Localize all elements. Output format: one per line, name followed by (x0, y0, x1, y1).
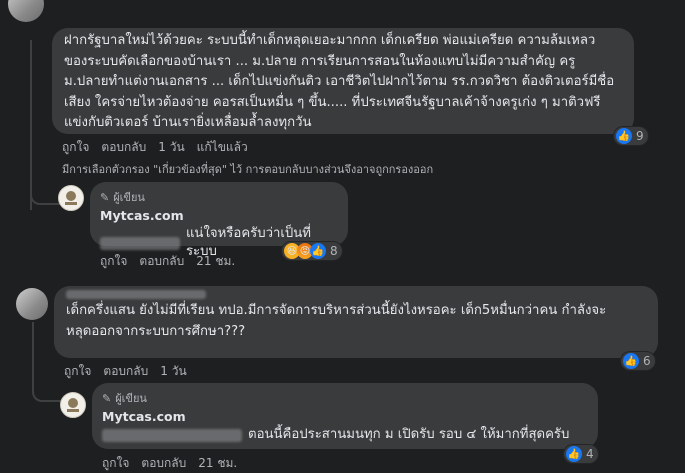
edited-label[interactable]: แก้ไขแล้ว (197, 138, 248, 157)
mention-redacted (100, 236, 180, 250)
reply-button[interactable]: ตอบกลับ (141, 454, 186, 473)
timestamp[interactable]: 21 ชม. (198, 454, 237, 473)
author-label: ผู้เขียน (115, 392, 147, 405)
reaction-count: 8 (330, 244, 338, 258)
reply-author-name[interactable]: Mytcas.com (102, 409, 588, 424)
mention-redacted (102, 428, 242, 442)
page-avatar[interactable] (58, 185, 84, 211)
reply-button[interactable]: ตอบกลับ (103, 362, 148, 381)
timestamp[interactable]: 21 ชม. (196, 252, 235, 271)
pencil-icon: ✎ (102, 391, 112, 405)
reaction-summary[interactable]: 👍 9 (614, 127, 648, 145)
timestamp[interactable]: 1 วัน (158, 138, 184, 157)
commenter-avatar[interactable] (16, 288, 48, 320)
pencil-icon: ✎ (100, 190, 110, 204)
commenter-avatar[interactable] (8, 0, 44, 22)
like-icon: 👍 (310, 243, 326, 259)
comment-actions: ถูกใจ ตอบกลับ 1 วัน แก้ไขแล้ว (62, 138, 248, 157)
comment-actions: ถูกใจ ตอบกลับ 1 วัน (64, 362, 187, 381)
comment-text: ฝากรัฐบาลใหม่ไว้ด้วยคะ ระบบนี้ทำเด็กหลุด… (64, 33, 615, 130)
like-icon: 👍 (623, 353, 639, 369)
like-icon: 👍 (566, 446, 582, 462)
comment-bubble: เด็กครึ่งแสน ยังไม่มีที่เรียน ทปอ.มีการจ… (54, 286, 658, 358)
reply-actions: ถูกใจ ตอบกลับ 21 ชม. (102, 454, 237, 473)
reaction-summary[interactable]: 👍 4 (564, 445, 598, 463)
like-button[interactable]: ถูกใจ (100, 252, 127, 271)
reply-text: ตอนนี้คือประสานมนทุก ม เปิดรับ รอบ ๔ ให้… (248, 427, 570, 442)
reaction-count: 9 (636, 129, 644, 143)
like-button[interactable]: ถูกใจ (62, 138, 89, 157)
filter-notice: มีการเลือกตัวกรอง "เกี่ยวข้องที่สุด" ไว้… (62, 163, 434, 176)
reply-author-name[interactable]: Mytcas.com (100, 208, 338, 223)
reaction-count: 4 (586, 447, 594, 461)
author-badge: ✎ ผู้เขียน (100, 188, 338, 206)
like-icon: 👍 (616, 128, 632, 144)
reaction-summary[interactable]: 👍 6 (621, 352, 655, 370)
reply-bubble: ✎ ผู้เขียน Mytcas.com แน่ใจหรือครับว่าเป… (90, 182, 348, 259)
comment-bubble: ฝากรัฐบาลใหม่ไว้ด้วยคะ ระบบนี้ทำเด็กหลุด… (52, 28, 634, 134)
reply-actions: ถูกใจ ตอบกลับ 21 ชม. (100, 252, 235, 271)
page-avatar[interactable] (60, 392, 86, 418)
author-badge: ✎ ผู้เขียน (102, 389, 588, 407)
mytcas-logo-icon (67, 398, 79, 412)
reply-button[interactable]: ตอบกลับ (101, 138, 146, 157)
thread-connector (32, 370, 62, 402)
mytcas-logo-icon (65, 191, 77, 205)
thread-connector (30, 175, 60, 205)
comment-text: เด็กครึ่งแสน ยังไม่มีที่เรียน ทปอ.มีการจ… (66, 303, 607, 339)
reaction-summary[interactable]: 😆 😡 👍 8 (282, 242, 342, 260)
author-label: ผู้เขียน (113, 191, 145, 204)
like-button[interactable]: ถูกใจ (102, 454, 129, 473)
like-button[interactable]: ถูกใจ (64, 362, 91, 381)
reply-button[interactable]: ตอบกลับ (139, 252, 184, 271)
reply-bubble: ✎ ผู้เขียน Mytcas.com ตอนนี้คือประสานมนท… (92, 383, 598, 449)
commenter-name-redacted (66, 290, 206, 299)
timestamp[interactable]: 1 วัน (160, 362, 186, 381)
reaction-count: 6 (643, 354, 651, 368)
